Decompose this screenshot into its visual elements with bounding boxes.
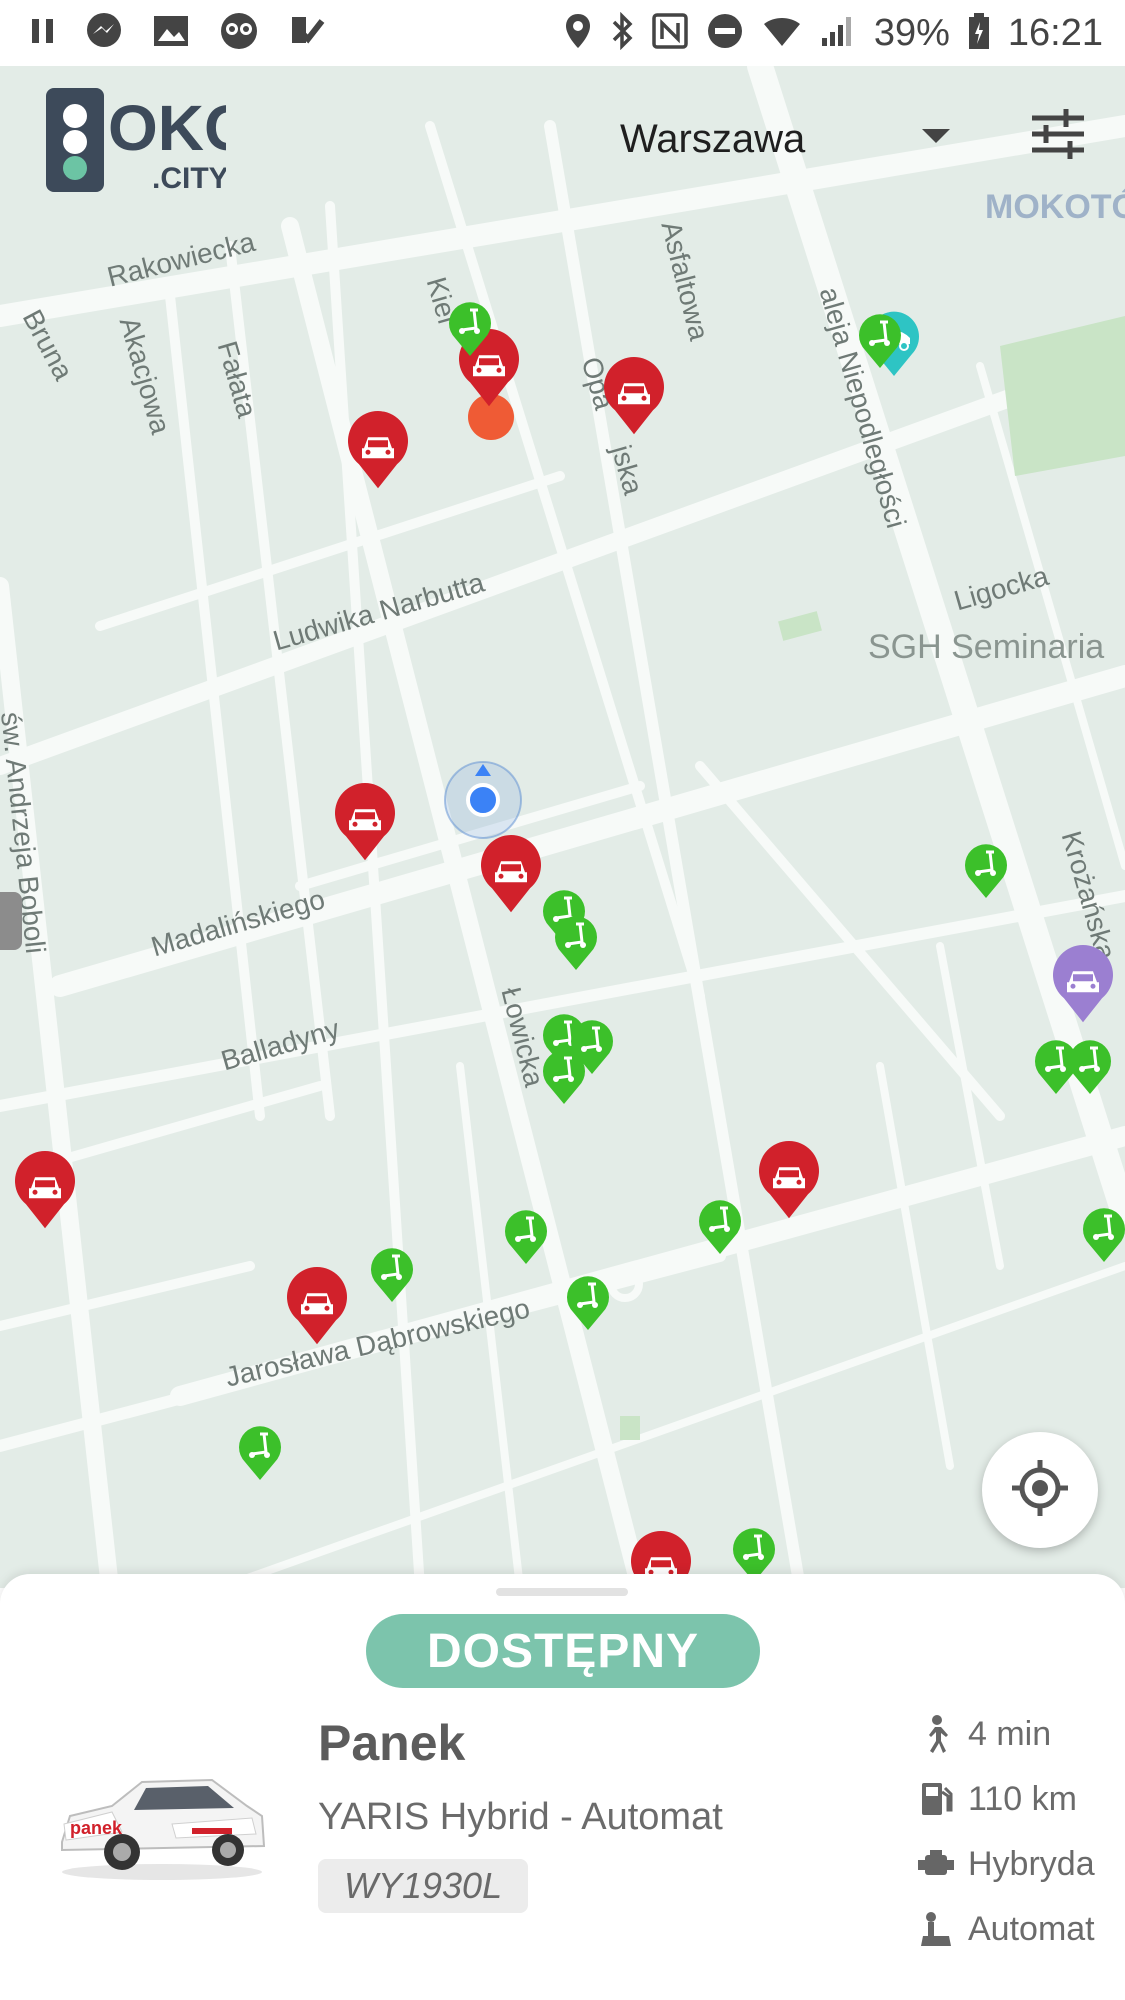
battery-percent: 39% bbox=[873, 11, 950, 54]
crosshair-icon bbox=[1010, 1458, 1070, 1523]
wifi-icon bbox=[762, 14, 802, 53]
scooter-marker[interactable] bbox=[552, 912, 600, 977]
gearbox-icon bbox=[916, 1909, 956, 1949]
location-icon bbox=[564, 12, 592, 55]
scooter-marker[interactable] bbox=[1080, 1204, 1125, 1269]
car-marker-premium[interactable] bbox=[1050, 944, 1116, 1030]
signal-icon bbox=[820, 14, 856, 53]
dnd-icon bbox=[706, 12, 744, 55]
scooter-marker[interactable] bbox=[696, 1196, 744, 1261]
filter-button[interactable] bbox=[1030, 106, 1090, 162]
car-model: YARIS Hybrid - Automat bbox=[318, 1796, 723, 1838]
vehicle-details-sheet[interactable]: DOSTĘPNY panek Panek YARIS Hybrid - Auto… bbox=[0, 1574, 1125, 2000]
left-edge-widget[interactable] bbox=[0, 892, 22, 950]
city-dropdown[interactable]: Warszawa bbox=[620, 114, 950, 164]
nfc-icon bbox=[652, 12, 688, 54]
license-plate: WY1930L bbox=[318, 1859, 529, 1913]
map-roads bbox=[0, 66, 1125, 1588]
spec-text: 110 km bbox=[968, 1779, 1077, 1818]
status-bar: 39% 16:21 bbox=[0, 0, 1125, 66]
bluetooth-icon bbox=[610, 11, 634, 55]
car-marker[interactable] bbox=[284, 1266, 350, 1352]
pause-icon bbox=[30, 16, 56, 51]
map-view[interactable]: Bruna Rakowiecka Akacjowa Fałata Kiel As… bbox=[0, 66, 1125, 1588]
logo-text-sub: .CITY bbox=[152, 162, 226, 195]
sheet-drag-handle[interactable] bbox=[496, 1588, 628, 1596]
scooter-marker[interactable] bbox=[1066, 1036, 1114, 1101]
district-label: MOKOTÓ bbox=[985, 188, 1125, 226]
availability-badge: DOSTĘPNY bbox=[366, 1614, 760, 1688]
scooter-marker[interactable] bbox=[502, 1206, 550, 1271]
poi-label: SGH Seminaria bbox=[868, 628, 1105, 666]
spec-walking-time: 4 min bbox=[916, 1714, 1051, 1754]
scooter-marker[interactable] bbox=[564, 1272, 612, 1337]
spec-range: 110 km bbox=[916, 1779, 1077, 1819]
scooter-marker[interactable] bbox=[540, 1046, 588, 1111]
spec-text: 4 min bbox=[968, 1714, 1052, 1753]
city-dropdown-label: Warszawa bbox=[620, 116, 806, 161]
sliders-icon bbox=[1030, 109, 1086, 166]
spec-gearbox: Automat bbox=[916, 1909, 1095, 1949]
chevron-down-icon bbox=[922, 128, 950, 150]
scooter-marker[interactable] bbox=[446, 298, 494, 363]
car-marker[interactable] bbox=[345, 410, 411, 496]
battery-icon bbox=[968, 12, 990, 55]
logo-text-main: OKO bbox=[108, 92, 226, 164]
car-marker[interactable] bbox=[12, 1150, 78, 1236]
scooter-marker[interactable] bbox=[236, 1422, 284, 1487]
car-marker[interactable] bbox=[478, 834, 544, 920]
messenger-icon bbox=[84, 11, 124, 56]
car-logo-text: panek bbox=[70, 1818, 123, 1838]
scooter-marker[interactable] bbox=[368, 1244, 416, 1309]
okocity-logo: OKO .CITY bbox=[46, 88, 254, 203]
clock-time: 16:21 bbox=[1007, 11, 1103, 54]
spec-engine: Hybryda bbox=[916, 1844, 1095, 1884]
spec-text: Hybryda bbox=[968, 1844, 1095, 1883]
car-marker[interactable] bbox=[756, 1140, 822, 1226]
my-location-button[interactable] bbox=[982, 1432, 1098, 1548]
gallery-icon bbox=[152, 13, 190, 54]
fuel-icon bbox=[916, 1779, 956, 1819]
app-header: OKO .CITY Warszawa MOKOTÓ bbox=[0, 66, 1125, 226]
spec-text: Automat bbox=[968, 1909, 1095, 1948]
walking-icon bbox=[916, 1714, 956, 1754]
user-location-marker bbox=[443, 760, 523, 845]
engine-icon bbox=[916, 1844, 956, 1884]
owl-app-icon bbox=[218, 11, 260, 56]
car-marker[interactable] bbox=[332, 782, 398, 868]
car-image: panek bbox=[52, 1754, 272, 1889]
check-app-icon bbox=[288, 13, 326, 54]
scooter-marker[interactable] bbox=[856, 310, 904, 375]
scooter-marker[interactable] bbox=[962, 840, 1010, 905]
operator-name: Panek bbox=[318, 1715, 466, 1771]
car-marker[interactable] bbox=[601, 356, 667, 442]
